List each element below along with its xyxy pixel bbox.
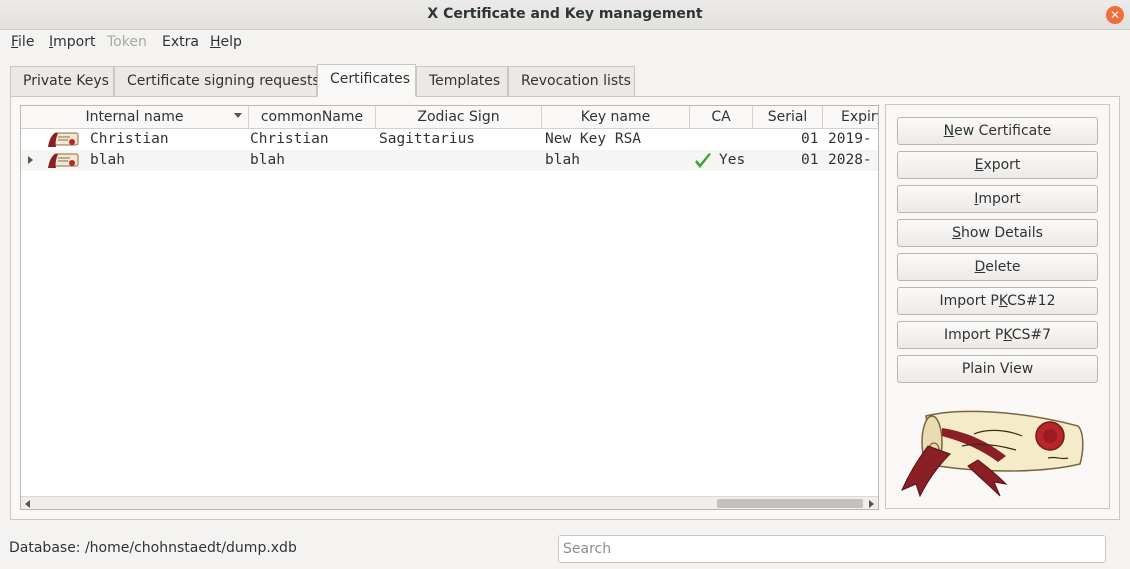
- scroll-left-icon[interactable]: [25, 500, 30, 508]
- cell-expiry: 2019-: [828, 131, 872, 147]
- tab-templates[interactable]: Templates: [416, 66, 508, 96]
- table-row[interactable]: Christian Christian Sagittarius New Key …: [21, 129, 878, 150]
- column-header-expiry[interactable]: Expiry: [823, 106, 878, 129]
- scroll-right-icon[interactable]: [869, 500, 874, 508]
- cell-serial: 01: [801, 131, 819, 147]
- menu-import[interactable]: Import: [49, 34, 95, 50]
- column-header-ca[interactable]: CA: [690, 106, 753, 129]
- xca-logo: [901, 410, 1084, 498]
- certificate-icon: [48, 132, 79, 147]
- cell-zodiac-sign: Sagittarius: [379, 131, 476, 147]
- cell-common-name: Christian: [250, 131, 329, 147]
- tab-revocation-lists[interactable]: Revocation lists: [508, 66, 635, 96]
- menu-file[interactable]: File: [11, 34, 34, 50]
- import-pkcs7-button[interactable]: Import PKCS#7: [897, 321, 1098, 349]
- window-title: X Certificate and Key management: [427, 6, 703, 22]
- search-input[interactable]: [558, 535, 1106, 563]
- certificate-icon: [48, 153, 79, 168]
- column-header-serial[interactable]: Serial: [753, 106, 823, 129]
- cell-expiry: 2028-: [828, 152, 872, 168]
- close-icon[interactable]: ✕: [1106, 6, 1124, 24]
- export-button[interactable]: Export: [897, 151, 1098, 179]
- tab-private-keys[interactable]: Private Keys: [10, 66, 114, 96]
- cell-internal-name: blah: [90, 152, 125, 168]
- expand-arrow-icon[interactable]: [28, 156, 33, 164]
- menu-bar: File Import Token Extra Help: [0, 30, 1130, 56]
- menu-help[interactable]: Help: [210, 34, 242, 50]
- column-header-zodiac-sign[interactable]: Zodiac Sign: [376, 106, 542, 129]
- column-header-internal-name[interactable]: Internal name: [21, 106, 249, 129]
- import-button[interactable]: Import: [897, 185, 1098, 213]
- tab-certificates[interactable]: Certificates: [317, 64, 416, 97]
- column-header-common-name[interactable]: commonName: [249, 106, 376, 129]
- horizontal-scrollbar[interactable]: [21, 496, 878, 509]
- menu-token: Token: [107, 34, 147, 50]
- plain-view-button[interactable]: Plain View: [897, 355, 1098, 383]
- cell-key-name: blah: [545, 152, 580, 168]
- title-bar: X Certificate and Key management ✕: [0, 0, 1130, 30]
- cell-key-name: New Key RSA: [545, 131, 642, 147]
- cell-common-name: blah: [250, 152, 285, 168]
- import-pkcs12-button[interactable]: Import PKCS#12: [897, 287, 1098, 315]
- table-row[interactable]: blah blah blah Yes 01 2028-: [21, 150, 878, 171]
- tab-certificate-signing-requests[interactable]: Certificate signing requests: [114, 66, 320, 96]
- sort-descending-icon: [234, 113, 242, 118]
- menu-extra[interactable]: Extra: [162, 34, 199, 50]
- database-path: Database: /home/chohnstaedt/dump.xdb: [9, 540, 297, 556]
- new-certificate-button[interactable]: New Certificate: [897, 117, 1098, 145]
- certificate-table[interactable]: Internal name commonName Zodiac Sign Key…: [20, 105, 879, 510]
- cell-internal-name: Christian: [90, 131, 169, 147]
- scrollbar-thumb[interactable]: [717, 499, 863, 508]
- show-details-button[interactable]: Show Details: [897, 219, 1098, 247]
- column-header-key-name[interactable]: Key name: [542, 106, 690, 129]
- cell-ca: Yes: [719, 152, 746, 168]
- checkmark-icon: [695, 153, 711, 168]
- delete-button[interactable]: Delete: [897, 253, 1098, 281]
- cell-serial: 01: [801, 152, 819, 168]
